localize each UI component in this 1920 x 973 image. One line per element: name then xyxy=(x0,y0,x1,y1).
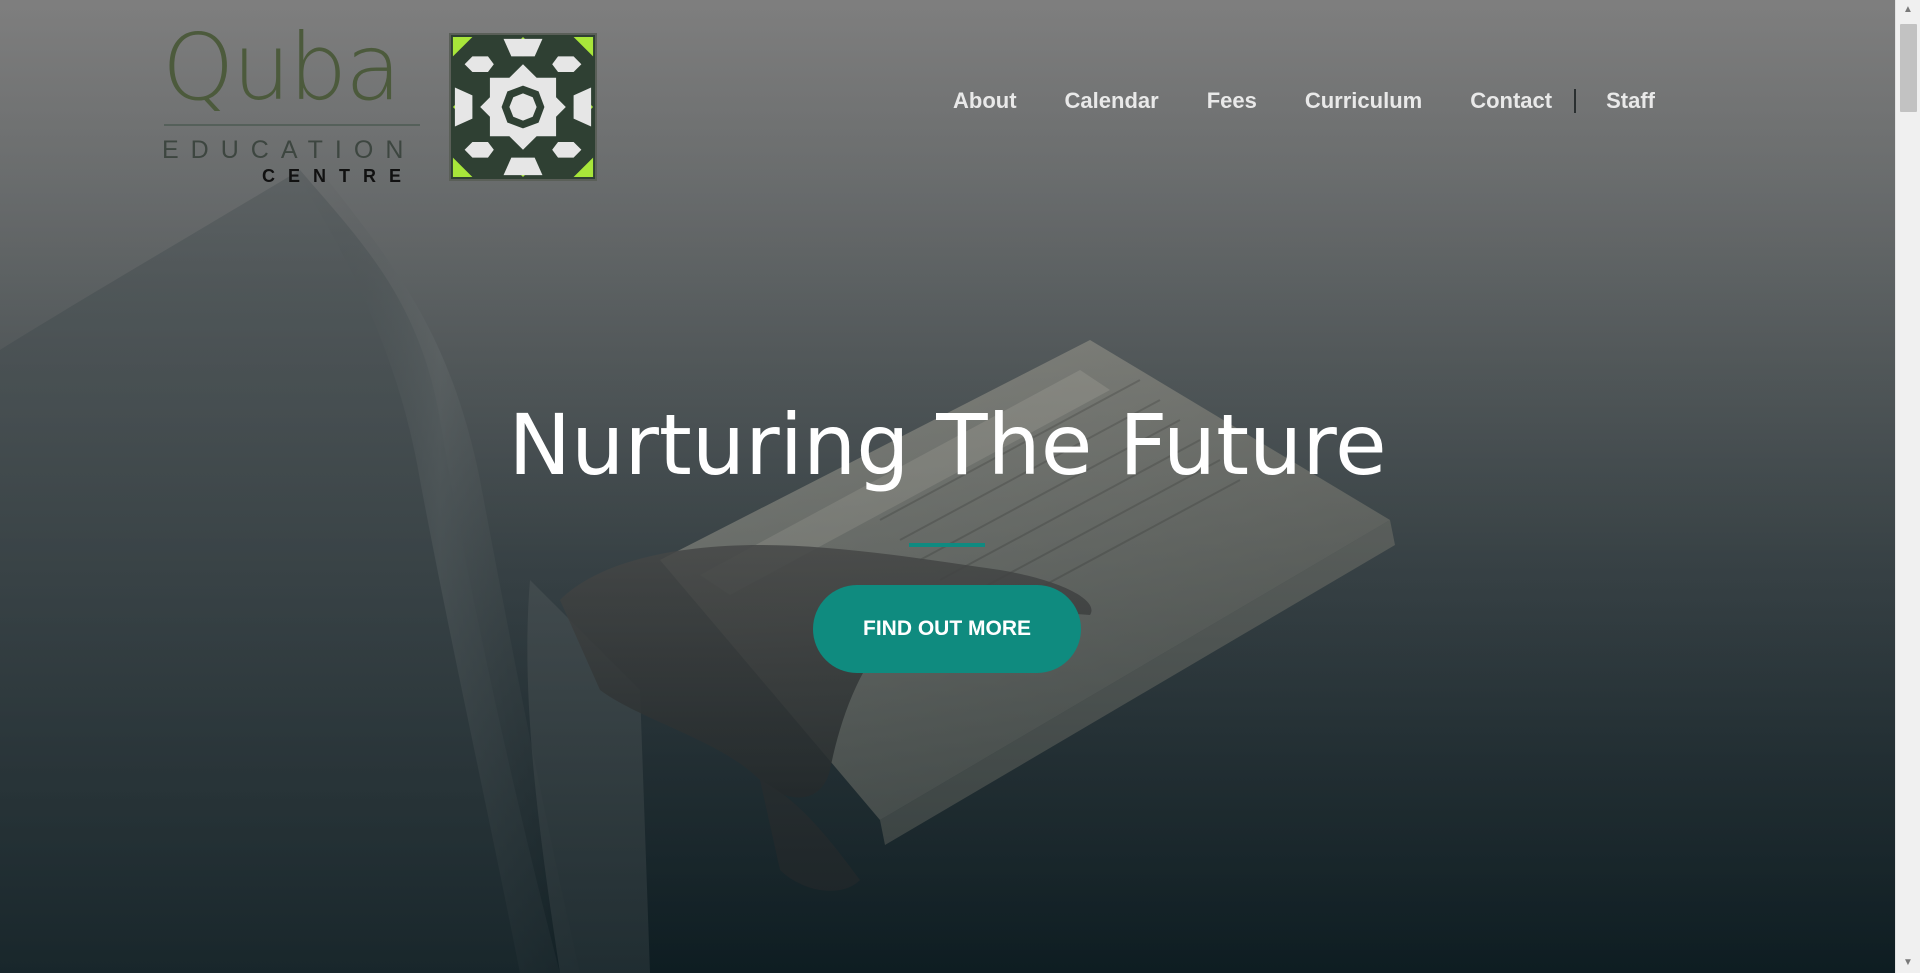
nav-link-curriculum[interactable]: Curriculum xyxy=(1305,88,1422,114)
logo-education-text: EDUCATION xyxy=(162,136,416,164)
logo-wordmark: Quba EDUCATION CENTRE xyxy=(162,22,420,186)
nav-link-calendar[interactable]: Calendar xyxy=(1065,88,1159,114)
vertical-scrollbar[interactable]: ▲ ▼ xyxy=(1895,0,1920,973)
nav-divider xyxy=(1574,89,1577,113)
hero-accent-divider xyxy=(909,543,985,547)
nav-link-contact[interactable]: Contact xyxy=(1470,88,1552,114)
nav-link-about[interactable]: About xyxy=(953,88,1017,114)
triangle-up-icon[interactable]: ▲ xyxy=(1896,0,1920,20)
page-viewport: Quba EDUCATION CENTRE About Calendar Fee… xyxy=(0,0,1895,973)
logo-geometric-tile-icon xyxy=(449,33,597,181)
site-logo[interactable]: Quba EDUCATION CENTRE xyxy=(162,22,602,186)
scrollbar-thumb[interactable] xyxy=(1900,24,1917,112)
nav-link-fees[interactable]: Fees xyxy=(1207,88,1257,114)
hero-title: Nurturing The Future xyxy=(508,396,1387,494)
find-out-more-button[interactable]: FIND OUT MORE xyxy=(813,585,1081,673)
logo-divider xyxy=(164,124,420,126)
main-navigation: About Calendar Fees Curriculum Contact S… xyxy=(953,88,1655,114)
logo-centre-text: CENTRE xyxy=(262,166,415,186)
triangle-down-icon[interactable]: ▼ xyxy=(1896,953,1920,973)
logo-quba-text: Quba xyxy=(162,14,401,121)
nav-link-staff[interactable]: Staff xyxy=(1606,88,1655,114)
site-header: Quba EDUCATION CENTRE About Calendar Fee… xyxy=(0,0,1895,200)
